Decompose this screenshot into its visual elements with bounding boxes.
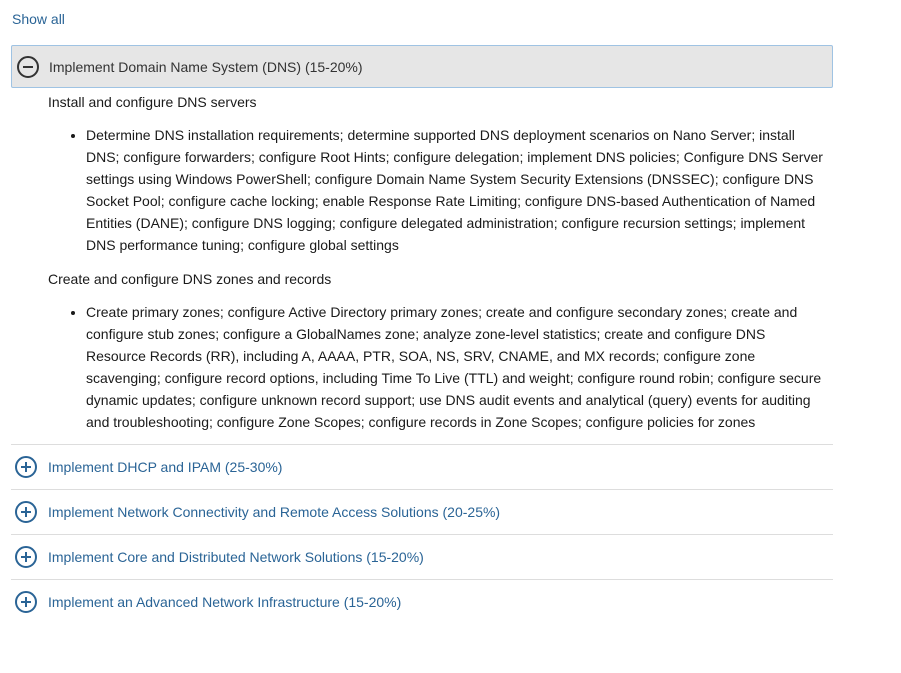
page: Show all Implement Domain Name System (D… (0, 0, 901, 673)
plus-circle-icon[interactable] (15, 591, 37, 613)
section-title: Implement Domain Name System (DNS) (15-2… (49, 58, 363, 75)
section-title[interactable]: Implement an Advanced Network Infrastruc… (48, 594, 401, 610)
plus-circle-icon[interactable] (15, 456, 37, 478)
plus-circle-icon[interactable] (15, 501, 37, 523)
section-header-advanced-network[interactable]: Implement an Advanced Network Infrastruc… (11, 579, 833, 624)
section-title[interactable]: Implement DHCP and IPAM (25-30%) (48, 459, 282, 475)
objectives-accordion: Implement Domain Name System (DNS) (15-2… (11, 45, 833, 624)
section-header-core-distributed[interactable]: Implement Core and Distributed Network S… (11, 534, 833, 579)
show-all-link[interactable]: Show all (12, 11, 65, 27)
plus-circle-icon[interactable] (15, 546, 37, 568)
section-title[interactable]: Implement Core and Distributed Network S… (48, 549, 424, 565)
section-body-dns: Install and configure DNS servers Determ… (11, 91, 833, 433)
collapsed-sections: Implement DHCP and IPAM (25-30%) Impleme… (11, 444, 833, 624)
section-header-network-connectivity[interactable]: Implement Network Connectivity and Remot… (11, 489, 833, 534)
minus-circle-icon[interactable] (17, 55, 39, 78)
section-header-dns[interactable]: Implement Domain Name System (DNS) (15-2… (11, 45, 833, 88)
list-item: Determine DNS installation requirements;… (86, 124, 823, 256)
section-header-dhcp-ipam[interactable]: Implement DHCP and IPAM (25-30%) (11, 444, 833, 489)
subsection-heading: Install and configure DNS servers (48, 94, 257, 110)
section-title[interactable]: Implement Network Connectivity and Remot… (48, 504, 500, 520)
bullet-list: Determine DNS installation requirements;… (48, 124, 823, 256)
subsection-heading: Create and configure DNS zones and recor… (48, 271, 332, 287)
bullet-list: Create primary zones; configure Active D… (48, 301, 823, 433)
list-item: Create primary zones; configure Active D… (86, 301, 823, 433)
